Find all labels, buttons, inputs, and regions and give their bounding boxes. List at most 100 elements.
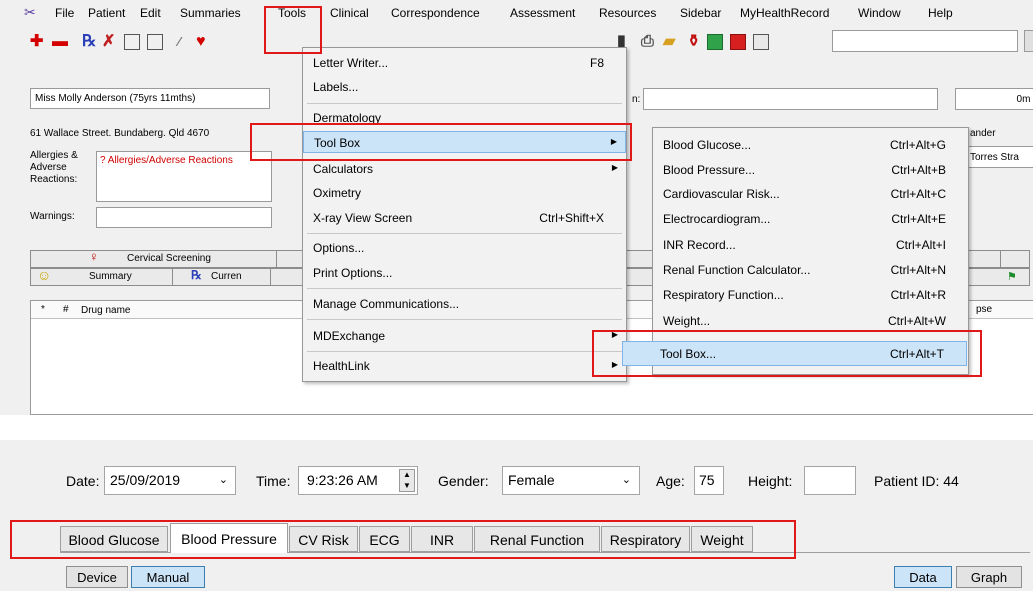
menu-clinical[interactable]: Clinical bbox=[330, 6, 369, 20]
menu-item-oximetry[interactable]: Oximetry bbox=[303, 182, 626, 204]
height-input[interactable] bbox=[804, 466, 856, 495]
tab-blood-pressure[interactable]: Blood Pressure bbox=[170, 523, 288, 553]
tab-blood-glucose[interactable]: Blood Glucose bbox=[60, 526, 168, 552]
patient-address: 61 Wallace Street. Bundaberg. Qld 4670 bbox=[30, 128, 210, 139]
menu-item-tool-box[interactable]: Tool Box ▶ bbox=[303, 131, 626, 153]
col-drug-name: Drug name bbox=[81, 305, 131, 316]
print-icon[interactable]: ⎙ bbox=[641, 33, 654, 51]
remove-icon[interactable]: ▬ bbox=[52, 33, 68, 51]
menu-sidebar[interactable]: Sidebar bbox=[680, 6, 721, 20]
submenu-item-blood-glucose[interactable]: Blood Glucose... Ctrl+Alt+G bbox=[653, 134, 968, 156]
menu-resources[interactable]: Resources bbox=[599, 6, 656, 20]
tab-current[interactable]: Curren bbox=[211, 269, 271, 285]
wand-icon[interactable]: ⁄ bbox=[178, 33, 180, 51]
menu-item-dermatology[interactable]: Dermatology bbox=[303, 107, 626, 129]
tab-weight[interactable]: Weight bbox=[691, 526, 753, 552]
gender-value: Female bbox=[508, 472, 555, 488]
tab-cv-risk[interactable]: CV Risk bbox=[289, 526, 358, 552]
menu-separator bbox=[307, 233, 622, 234]
submenu-arrow-icon: ▶ bbox=[611, 163, 618, 172]
heart-icon[interactable]: ♥ bbox=[196, 33, 206, 51]
menu-help[interactable]: Help bbox=[928, 6, 953, 20]
menu-file[interactable]: File bbox=[55, 6, 74, 20]
submenu-arrow-icon: ▶ bbox=[611, 360, 618, 369]
tab-respiratory[interactable]: Respiratory bbox=[601, 526, 690, 552]
toolbar-right-button[interactable] bbox=[1024, 30, 1033, 52]
prescription-icon[interactable]: ℞ bbox=[82, 33, 96, 51]
document-icon[interactable] bbox=[124, 34, 140, 50]
stepper-down-icon[interactable]: ▼ bbox=[403, 481, 411, 490]
menu-separator bbox=[307, 103, 622, 104]
submenu-item-tool-box[interactable]: Tool Box... Ctrl+Alt+T bbox=[622, 341, 967, 366]
submenu-item-blood-pressure[interactable]: Blood Pressure... Ctrl+Alt+B bbox=[653, 159, 968, 181]
submenu-item-respiratory-function[interactable]: Respiratory Function... Ctrl+Alt+R bbox=[653, 284, 968, 306]
time-stepper[interactable]: ▲ ▼ bbox=[399, 469, 415, 492]
date-value: 25/09/2019 bbox=[110, 472, 181, 488]
right-field-3[interactable]: Torres Stra bbox=[965, 146, 1033, 168]
date-picker[interactable]: 25/09/2019 ⌄ bbox=[104, 466, 236, 495]
allergies-label: Allergies & Adverse Reactions: bbox=[30, 150, 78, 185]
menu-edit[interactable]: Edit bbox=[140, 6, 161, 20]
patient-name-field[interactable]: Miss Molly Anderson (75yrs 11mths) bbox=[30, 88, 270, 109]
toolbar-search-input[interactable] bbox=[832, 30, 1018, 52]
menu-item-healthlink[interactable]: HealthLink ▶ bbox=[303, 355, 626, 377]
col-right-fragment: pse bbox=[976, 304, 993, 315]
submenu-item-renal-function-calculator[interactable]: Renal Function Calculator... Ctrl+Alt+N bbox=[653, 259, 968, 281]
allergies-value: ? Allergies/Adverse Reactions bbox=[100, 155, 233, 166]
age-input[interactable]: 75 bbox=[694, 466, 724, 495]
calendar-icon[interactable] bbox=[753, 34, 769, 50]
menu-item-calculators[interactable]: Calculators ▶ bbox=[303, 158, 626, 180]
age-value: 75 bbox=[699, 472, 715, 488]
allergies-field[interactable]: ? Allergies/Adverse Reactions bbox=[96, 151, 272, 202]
tab-ecg[interactable]: ECG bbox=[359, 526, 410, 552]
stepper-up-icon[interactable]: ▲ bbox=[403, 470, 411, 479]
bottle-icon[interactable]: ⚱ bbox=[687, 33, 700, 51]
gender-select[interactable]: Female ⌄ bbox=[502, 466, 640, 495]
menu-item-xray-view-screen[interactable]: X-ray View Screen Ctrl+Shift+X bbox=[303, 207, 626, 229]
menu-item-manage-communications[interactable]: Manage Communications... bbox=[303, 293, 626, 315]
submenu-item-weight[interactable]: Weight... Ctrl+Alt+W bbox=[653, 310, 968, 332]
menu-assessment[interactable]: Assessment bbox=[510, 6, 575, 20]
patient-id: Patient ID: 44 bbox=[874, 473, 959, 489]
graph-button[interactable]: Graph bbox=[956, 566, 1022, 588]
submenu-arrow-icon: ▶ bbox=[611, 330, 618, 339]
tab-summary[interactable]: Summary bbox=[83, 269, 173, 285]
device-button[interactable]: Device bbox=[66, 566, 128, 588]
immunisation-icon[interactable] bbox=[707, 34, 723, 50]
menu-summaries[interactable]: Summaries bbox=[180, 6, 241, 20]
menu-item-mdexchange[interactable]: MDExchange ▶ bbox=[303, 325, 626, 347]
menu-patient[interactable]: Patient bbox=[88, 6, 125, 20]
menu-separator bbox=[307, 288, 622, 289]
menu-correspondence[interactable]: Correspondence bbox=[391, 6, 480, 20]
manual-button[interactable]: Manual bbox=[131, 566, 205, 588]
warnings-field[interactable] bbox=[96, 207, 272, 228]
menu-myhealthrecord[interactable]: MyHealthRecord bbox=[740, 6, 829, 20]
tool-icon[interactable]: ✗ bbox=[102, 33, 115, 51]
time-value: 9:23:26 AM bbox=[307, 472, 378, 488]
submenu-item-electrocardiogram[interactable]: Electrocardiogram... Ctrl+Alt+E bbox=[653, 208, 968, 230]
menu-item-print-options[interactable]: Print Options... bbox=[303, 262, 626, 284]
report-icon[interactable] bbox=[730, 34, 746, 50]
menu-item-options[interactable]: Options... bbox=[303, 237, 626, 259]
tab-inr[interactable]: INR bbox=[411, 526, 473, 552]
menu-window[interactable]: Window bbox=[858, 6, 901, 20]
folder-icon[interactable]: ▰ bbox=[663, 33, 675, 51]
chevron-down-icon[interactable]: ⌄ bbox=[219, 473, 228, 486]
chart-icon[interactable] bbox=[147, 34, 163, 50]
chevron-down-icon[interactable]: ⌄ bbox=[622, 473, 631, 486]
right-field-2[interactable]: 0m ! bbox=[955, 88, 1033, 110]
tab-cervical-screening[interactable]: Cervical Screening bbox=[127, 251, 277, 267]
right-field-1[interactable] bbox=[643, 88, 938, 110]
menu-item-letter-writer[interactable]: Letter Writer... F8 bbox=[303, 52, 626, 74]
submenu-item-cardiovascular-risk[interactable]: Cardiovascular Risk... Ctrl+Alt+C bbox=[653, 183, 968, 205]
menu-bar: ✂ File Patient Edit Summaries Tools Clin… bbox=[0, 0, 1033, 26]
right-field-2-value: 0m ! bbox=[1016, 94, 1033, 105]
menu-item-labels[interactable]: Labels... bbox=[303, 76, 626, 98]
height-label: Height: bbox=[748, 473, 793, 489]
data-button[interactable]: Data bbox=[894, 566, 952, 588]
submenu-item-inr-record[interactable]: INR Record... Ctrl+Alt+I bbox=[653, 234, 968, 256]
add-icon[interactable]: ✚ bbox=[30, 33, 43, 51]
tab-renal-function[interactable]: Renal Function bbox=[474, 526, 600, 552]
menu-tools[interactable]: Tools bbox=[278, 6, 306, 20]
time-input[interactable]: 9:23:26 AM ▲ ▼ bbox=[298, 466, 418, 495]
